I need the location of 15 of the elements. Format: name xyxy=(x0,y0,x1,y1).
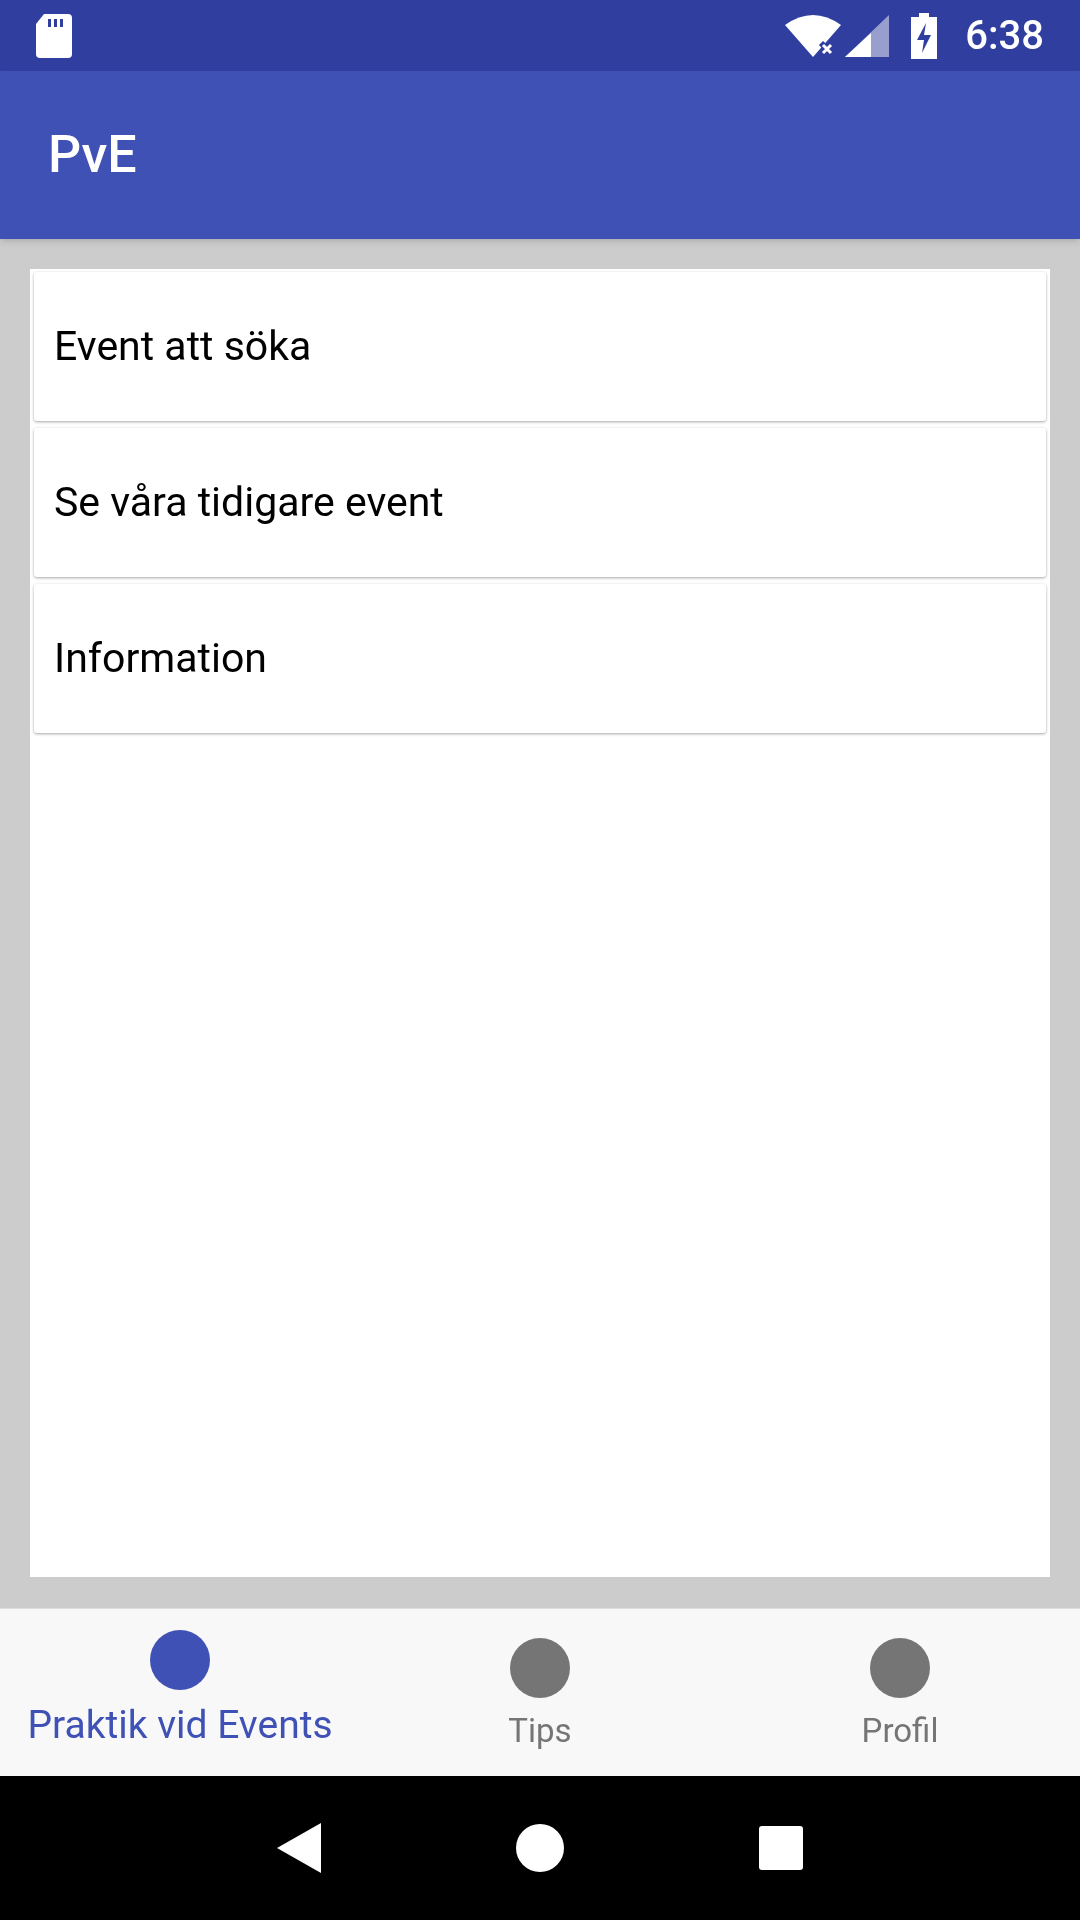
home-icon[interactable] xyxy=(516,1824,564,1872)
signal-icon xyxy=(845,14,890,57)
battery-charging-icon xyxy=(911,12,938,59)
menu-card[interactable]: Information xyxy=(34,584,1046,733)
nav-tab[interactable]: Tips xyxy=(360,1609,720,1776)
back-icon[interactable] xyxy=(277,1823,322,1873)
menu-card[interactable]: Event att söka xyxy=(34,272,1046,421)
sd-card-icon xyxy=(36,13,72,58)
clock-time: 6:38 xyxy=(965,10,1044,61)
nav-tab[interactable]: Praktik vid Events xyxy=(0,1609,360,1776)
app-title: PvE xyxy=(48,123,137,187)
menu-card[interactable]: Se våra tidigare event xyxy=(34,428,1046,577)
recents-icon[interactable] xyxy=(758,1826,803,1870)
wifi-off-icon xyxy=(785,14,842,57)
nav-tab[interactable]: Profil xyxy=(720,1609,1080,1776)
